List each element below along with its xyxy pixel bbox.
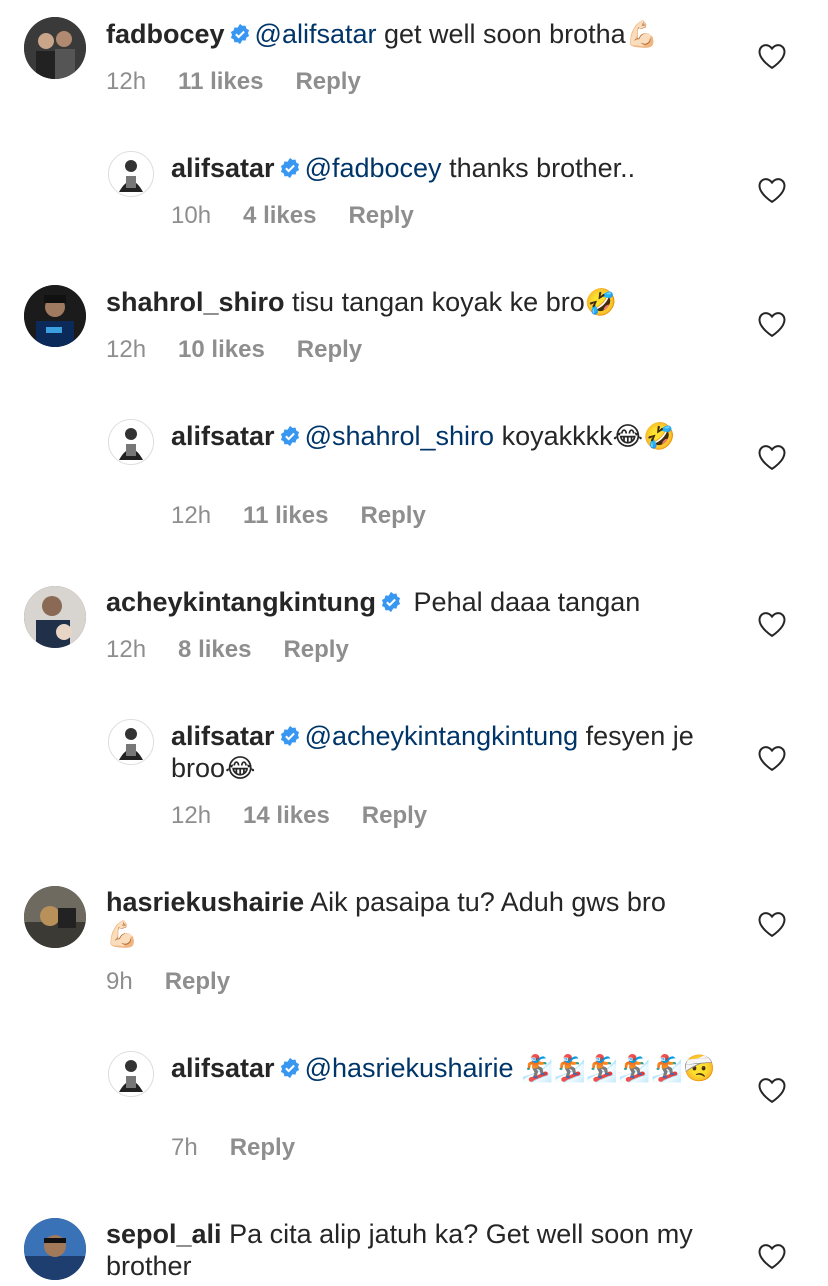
likes-count[interactable]: 11 likes (178, 68, 263, 95)
reply-button[interactable]: Reply (348, 202, 413, 229)
avatar[interactable] (24, 586, 86, 648)
comment-text (514, 1053, 522, 1083)
reply-button[interactable]: Reply (165, 968, 230, 995)
reply-button[interactable]: Reply (230, 1134, 295, 1161)
comment-body: hasriekushairie Aik pasaipa tu? Aduh gws… (106, 886, 728, 951)
username[interactable]: alifsatar (171, 721, 275, 751)
username[interactable]: alifsatar (171, 421, 275, 451)
mention-link[interactable]: @hasriekushairie (305, 1053, 514, 1083)
avatar[interactable] (108, 1051, 154, 1097)
likes-count[interactable]: 11 likes (243, 502, 328, 529)
username[interactable]: sepol_ali (106, 1219, 222, 1249)
username[interactable]: alifsatar (171, 1053, 275, 1083)
comment-meta: 12h 14 likes Reply (171, 802, 459, 830)
emoji: 🤣 (584, 288, 618, 318)
comment-text: Aik pasaipa tu? Aduh gws bro (304, 887, 666, 917)
comment-body: alifsatar @shahrol_shiro koyakkkk😂🤣 (171, 420, 728, 453)
comment-text: get well soon brotha (376, 19, 626, 49)
comment-meta: 12h 8 likes Reply (106, 636, 381, 664)
username[interactable]: shahrol_shiro (106, 287, 285, 317)
username[interactable]: alifsatar (171, 153, 275, 183)
timestamp: 12h (106, 636, 147, 663)
timestamp: 12h (106, 68, 147, 95)
verified-badge-icon (280, 1057, 299, 1079)
comment-text: thanks brother.. (441, 153, 636, 183)
comment-meta: 10h 4 likes Reply (171, 202, 446, 230)
comment-text: tisu tangan koyak ke bro (284, 287, 585, 317)
likes-count[interactable]: 4 likes (243, 202, 316, 229)
heart-outline-icon[interactable] (757, 910, 787, 938)
likes-count[interactable]: 14 likes (243, 802, 330, 829)
avatar[interactable] (108, 419, 154, 465)
timestamp: 12h (171, 502, 212, 529)
verified-badge-icon (381, 591, 401, 613)
mention-link[interactable]: @acheykintangkintung (305, 721, 579, 751)
heart-outline-icon[interactable] (757, 744, 787, 772)
timestamp: 7h (171, 1134, 198, 1161)
mention-link[interactable]: @shahrol_shiro (305, 421, 495, 451)
emoji: 💪🏻 (625, 20, 659, 50)
likes-count[interactable]: 8 likes (178, 636, 251, 663)
comment-meta: 9h Reply (106, 968, 262, 996)
comment-text: koyakkkk (494, 421, 613, 451)
comment-body: acheykintangkintung Pehal daaa tangan (106, 586, 728, 618)
comment-body: alifsatar @hasriekushairie 🏂🏂🏂🏂🏂🤕 (171, 1052, 728, 1085)
reply-button[interactable]: Reply (295, 68, 360, 95)
mention-link[interactable]: @alifsatar (255, 19, 377, 49)
reply-button[interactable]: Reply (360, 502, 425, 529)
username[interactable]: fadbocey (106, 19, 225, 49)
reply-button[interactable]: Reply (283, 636, 348, 663)
emoji: 💪🏻 (106, 920, 139, 950)
heart-outline-icon[interactable] (757, 443, 787, 471)
heart-outline-icon[interactable] (757, 176, 787, 204)
verified-badge-icon (280, 425, 299, 447)
avatar[interactable] (24, 17, 86, 79)
verified-badge-icon (230, 23, 249, 45)
likes-count[interactable]: 10 likes (178, 336, 265, 363)
avatar[interactable] (108, 719, 154, 765)
comment-text: Pehal daaa tangan (406, 587, 641, 617)
avatar[interactable] (24, 886, 86, 948)
avatar[interactable] (108, 151, 154, 197)
comment-meta: 7h Reply (171, 1134, 327, 1162)
mention-link[interactable]: @fadbocey (305, 153, 442, 183)
emoji: 🏂🏂🏂🏂🏂🤕 (521, 1054, 716, 1084)
avatar[interactable] (24, 285, 86, 347)
timestamp: 10h (171, 202, 212, 229)
verified-badge-icon (280, 725, 299, 747)
heart-outline-icon[interactable] (757, 1076, 787, 1104)
heart-outline-icon[interactable] (757, 610, 787, 638)
username[interactable]: hasriekushairie (106, 887, 304, 917)
timestamp: 12h (106, 336, 147, 363)
avatar[interactable] (24, 1218, 86, 1280)
emoji: 😂 (225, 754, 256, 784)
comment-meta: 12h 10 likes Reply (106, 336, 394, 364)
comment-body: shahrol_shiro tisu tangan koyak ke bro🤣 (106, 286, 728, 319)
reply-button[interactable]: Reply (362, 802, 427, 829)
comment-meta: 12h 11 likes Reply (171, 502, 458, 530)
reply-button[interactable]: Reply (297, 336, 362, 363)
heart-outline-icon[interactable] (757, 42, 787, 70)
timestamp: 9h (106, 968, 133, 995)
timestamp: 12h (171, 802, 212, 829)
username[interactable]: acheykintangkintung (106, 587, 376, 617)
comment-body: alifsatar @acheykintangkintung fesyen je … (171, 720, 728, 785)
heart-outline-icon[interactable] (757, 1242, 787, 1270)
heart-outline-icon[interactable] (757, 310, 787, 338)
comment-meta: 12h 11 likes Reply (106, 68, 393, 96)
comment-body: alifsatar @fadbocey thanks brother.. (171, 152, 728, 184)
comment-body: sepol_ali Pa cita alip jatuh ka? Get wel… (106, 1218, 728, 1282)
emoji: 😂🤣 (612, 422, 676, 452)
comment-body: fadbocey @alifsatar get well soon brotha💪… (106, 18, 728, 51)
verified-badge-icon (280, 157, 299, 179)
